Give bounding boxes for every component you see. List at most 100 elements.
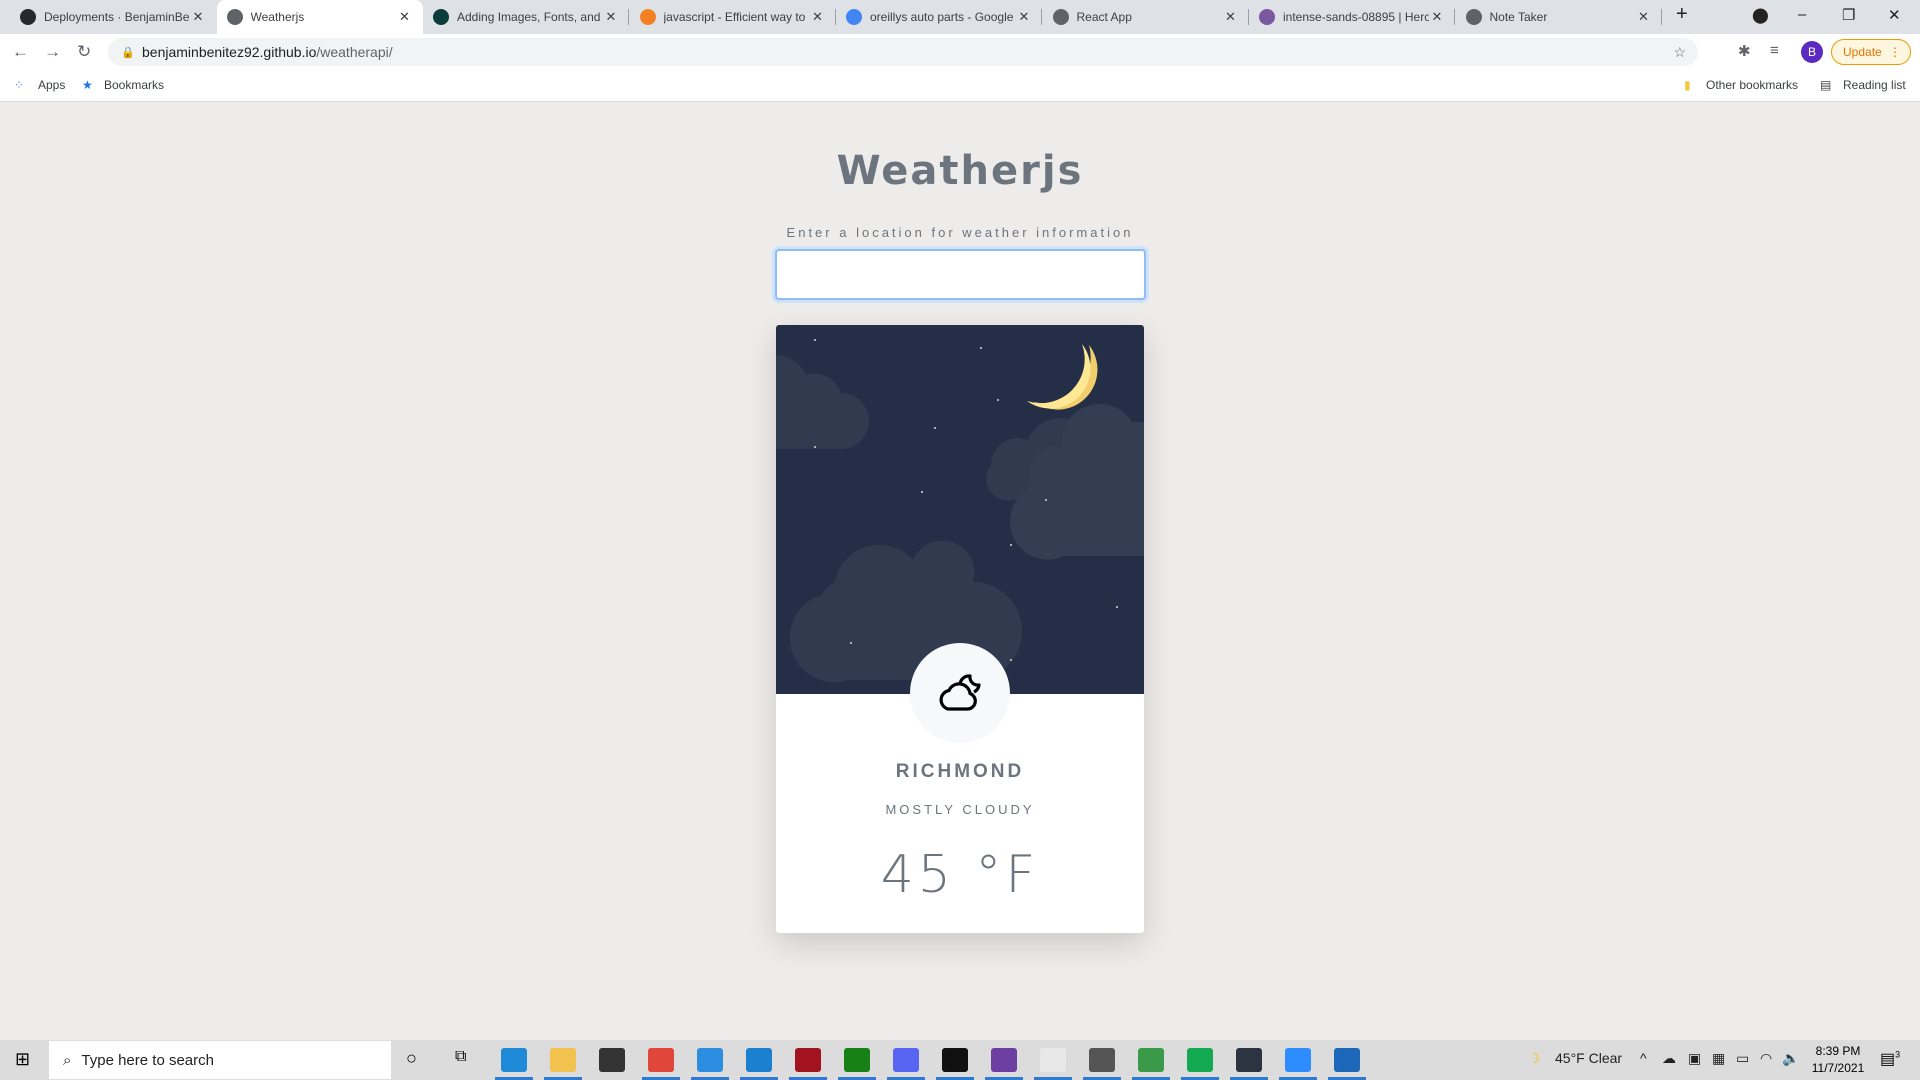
- globe-icon: [1465, 9, 1482, 25]
- mongodb-compass-icon[interactable]: [1181, 1048, 1219, 1080]
- reading-list[interactable]: Reading list: [1843, 78, 1906, 92]
- clock-date: 11/7/2021: [1811, 1061, 1865, 1075]
- tab-title: intense-sands-08895 | Hero: [1283, 10, 1429, 24]
- city-name: RICHMOND: [895, 761, 1025, 782]
- tab-title: Weatherjs: [250, 10, 305, 24]
- apps-grid-icon: ⁘: [14, 78, 25, 92]
- tab-title: Deployments · BenjaminBe: [44, 10, 190, 24]
- close-window-button[interactable]: ✕: [1888, 6, 1901, 24]
- close-tab-icon[interactable]: ✕: [603, 9, 619, 25]
- close-tab-icon[interactable]: ✕: [190, 9, 206, 25]
- task-view-icon[interactable]: ⧉: [455, 1048, 466, 1066]
- new-tab-button[interactable]: +: [1676, 3, 1688, 26]
- browser-tab[interactable]: Weatherjs ✕: [216, 0, 423, 34]
- heroku-icon: [1259, 9, 1275, 25]
- media-control-icon[interactable]: ≡: [1770, 42, 1779, 59]
- moon-weather-icon: ☽: [1528, 1050, 1541, 1066]
- close-tab-icon[interactable]: ✕: [1223, 9, 1239, 25]
- weather-card: RICHMOND MOSTLY CLOUDY 45 °F: [776, 325, 1144, 933]
- close-tab-icon[interactable]: ✕: [397, 9, 413, 25]
- display-icon[interactable]: ▦: [1712, 1050, 1725, 1067]
- weather-description: MOSTLY CLOUDY: [885, 802, 1035, 817]
- wifi-icon[interactable]: ◠: [1760, 1050, 1772, 1067]
- close-tab-icon[interactable]: ✕: [1429, 9, 1445, 25]
- file-explorer-icon[interactable]: [544, 1048, 582, 1080]
- url-host: benjaminbenitez92.github.io: [142, 44, 317, 60]
- profile-avatar[interactable]: B: [1801, 41, 1823, 63]
- reload-icon[interactable]: ↻: [77, 42, 91, 62]
- volume-icon[interactable]: 🔈: [1782, 1050, 1799, 1067]
- edge-icon[interactable]: [495, 1048, 533, 1080]
- taskbar-weather[interactable]: 45°F Clear: [1555, 1050, 1622, 1066]
- kali-icon[interactable]: [789, 1048, 827, 1080]
- bookmark-star-icon[interactable]: ☆: [1673, 44, 1686, 61]
- taskbar-search[interactable]: ⌕ Type here to search: [49, 1041, 391, 1079]
- browser-tab[interactable]: intense-sands-08895 | Hero ✕: [1249, 0, 1455, 34]
- photos-icon[interactable]: [1328, 1048, 1366, 1080]
- search-placeholder: Type here to search: [81, 1051, 214, 1069]
- close-tab-icon[interactable]: ✕: [810, 9, 826, 25]
- tab-title: React App: [1076, 10, 1132, 24]
- react-icon: [433, 9, 449, 25]
- other-bookmarks[interactable]: Other bookmarks: [1706, 78, 1798, 92]
- slack-icon[interactable]: [1034, 1048, 1072, 1080]
- bookmark-folder[interactable]: Bookmarks: [104, 78, 164, 92]
- tab-search-icon[interactable]: ⬤: [1752, 6, 1769, 24]
- close-tab-icon[interactable]: ✕: [1636, 9, 1652, 25]
- browser-tab[interactable]: Adding Images, Fonts, and ✕: [423, 0, 629, 34]
- location-input[interactable]: [775, 249, 1146, 300]
- browser-toolbar: ← → ↻ 🔒 benjaminbenitez92.github.io/weat…: [0, 34, 1920, 70]
- notifications-icon[interactable]: ▤3: [1880, 1049, 1900, 1069]
- chrome-icon[interactable]: [642, 1048, 680, 1080]
- battery-icon[interactable]: ▭: [1736, 1050, 1749, 1067]
- discord-icon[interactable]: [887, 1048, 925, 1080]
- onedrive-icon[interactable]: ☁: [1662, 1050, 1676, 1067]
- extensions-icon[interactable]: ✱: [1738, 42, 1751, 60]
- github-icon: [20, 9, 36, 25]
- clock[interactable]: 8:39 PM 11/7/2021: [1808, 1044, 1868, 1075]
- browser-tab[interactable]: React App ✕: [1043, 0, 1249, 34]
- update-label: Update: [1843, 45, 1882, 59]
- url-path: /weatherapi/: [316, 44, 393, 60]
- browser-tab[interactable]: oreillys auto parts - Google ✕: [836, 0, 1042, 34]
- tab-strip: Deployments · BenjaminBe ✕ Weatherjs ✕ Addin…: [0, 0, 1920, 34]
- close-tab-icon[interactable]: ✕: [1016, 9, 1032, 25]
- globe-icon: [226, 9, 243, 25]
- browser-tab[interactable]: Note Taker ✕: [1456, 0, 1662, 34]
- update-button[interactable]: Update ⋮: [1831, 39, 1911, 65]
- windows-start-icon[interactable]: ⊞: [15, 1049, 30, 1070]
- camera-icon[interactable]: ▣: [1688, 1050, 1701, 1067]
- cortana-icon[interactable]: ○: [406, 1048, 417, 1069]
- forward-icon[interactable]: →: [44, 42, 61, 62]
- bookmark-apps[interactable]: Apps: [38, 78, 65, 92]
- mail-icon[interactable]: [691, 1048, 729, 1080]
- norton-icon[interactable]: [1230, 1048, 1268, 1080]
- zoom-icon[interactable]: [1279, 1048, 1317, 1080]
- settings-icon[interactable]: [1083, 1048, 1121, 1080]
- notification-count: 3: [1895, 1049, 1901, 1060]
- minimize-button[interactable]: –: [1798, 6, 1806, 23]
- weather-icon-badge: [910, 643, 1010, 743]
- windows-taskbar: ⊞ ⌕ Type here to search ○ ⧉ ☽ 45°F Clear …: [0, 1040, 1920, 1080]
- tab-divider: [1660, 9, 1662, 25]
- night-sky-illustration: [776, 325, 1144, 694]
- vscode-icon[interactable]: [740, 1048, 778, 1080]
- tab-title: Note Taker: [1489, 10, 1548, 24]
- robo3t-icon[interactable]: [1132, 1048, 1170, 1080]
- stackoverflow-icon: [639, 9, 656, 25]
- store-icon[interactable]: [599, 1048, 625, 1072]
- search-icon: ⌕: [63, 1051, 72, 1069]
- back-icon[interactable]: ←: [12, 42, 29, 62]
- xbox-icon[interactable]: [838, 1048, 876, 1080]
- clock-time: 8:39 PM: [1815, 1044, 1861, 1058]
- location-prompt: Enter a location for weather information: [786, 225, 1134, 240]
- tray-overflow-icon[interactable]: ^: [1640, 1050, 1647, 1066]
- github-desktop-icon[interactable]: [985, 1048, 1023, 1080]
- star-icon: ★: [82, 78, 93, 92]
- browser-tab[interactable]: javascript - Efficient way to ✕: [630, 0, 836, 34]
- browser-tab[interactable]: Deployments · BenjaminBe ✕: [10, 0, 216, 34]
- restore-button[interactable]: ❐: [1842, 6, 1855, 24]
- terminal-icon[interactable]: [936, 1048, 974, 1080]
- address-bar[interactable]: 🔒 benjaminbenitez92.github.io/weatherapi…: [108, 38, 1698, 66]
- globe-icon: [1052, 9, 1069, 25]
